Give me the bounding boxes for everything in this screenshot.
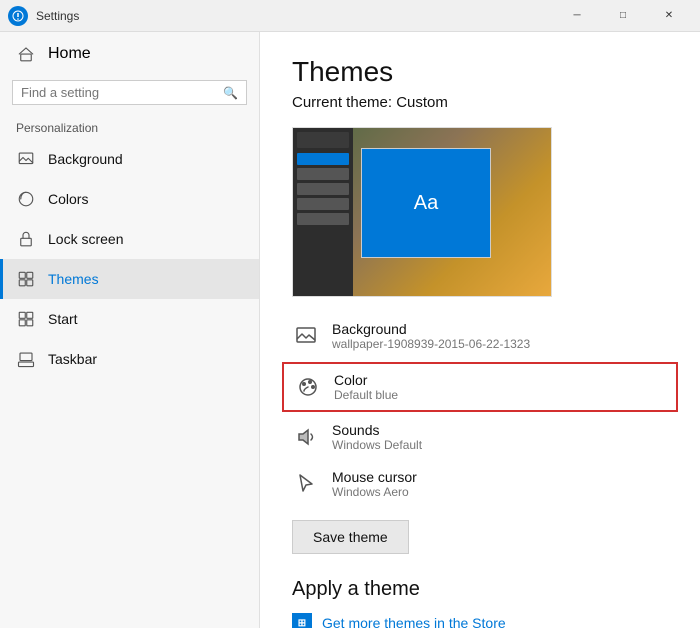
start-label: Start	[48, 311, 78, 327]
sounds-option-text: Sounds Windows Default	[332, 422, 668, 452]
theme-preview: Aa	[292, 127, 552, 297]
preview-taskbar-item	[297, 132, 349, 148]
apply-theme-title: Apply a theme	[292, 578, 668, 601]
preview-window: Aa	[361, 148, 491, 258]
app-body: Home 🔍 Personalization Background	[0, 32, 700, 628]
close-button[interactable]: ✕	[646, 0, 692, 32]
preview-taskbar	[293, 128, 353, 296]
home-label: Home	[48, 45, 91, 63]
store-link[interactable]: ⊞ Get more themes in the Store	[292, 613, 668, 628]
colors-icon	[16, 189, 36, 209]
theme-option-mouse-cursor[interactable]: Mouse cursor Windows Aero	[292, 461, 668, 508]
mouse-cursor-option-value: Windows Aero	[332, 485, 668, 499]
preview-taskbar-item-3	[297, 183, 349, 195]
colors-label: Colors	[48, 191, 88, 207]
theme-option-sounds[interactable]: Sounds Windows Default	[292, 414, 668, 461]
sidebar-item-taskbar[interactable]: Taskbar	[0, 339, 259, 379]
window-controls: ─ □ ✕	[554, 0, 692, 32]
background-label: Background	[48, 151, 123, 167]
background-option-value: wallpaper-1908939-2015-06-22-1323	[332, 337, 668, 351]
start-icon	[16, 309, 36, 329]
color-option-name: Color	[334, 372, 666, 388]
sounds-option-value: Windows Default	[332, 438, 668, 452]
sidebar-item-themes[interactable]: Themes	[0, 259, 259, 299]
main-content: Themes Current theme: Custom Aa	[260, 32, 700, 628]
save-theme-button[interactable]: Save theme	[292, 520, 409, 554]
maximize-button[interactable]: □	[600, 0, 646, 32]
sidebar-item-background[interactable]: Background	[0, 139, 259, 179]
search-box[interactable]: 🔍	[12, 80, 247, 105]
color-option-icon	[294, 373, 322, 401]
mouse-cursor-option-name: Mouse cursor	[332, 469, 668, 485]
sidebar-item-colors[interactable]: Colors	[0, 179, 259, 219]
sidebar-section-label: Personalization	[0, 113, 259, 139]
preview-taskbar-item-active	[297, 153, 349, 165]
preview-taskbar-item-4	[297, 198, 349, 210]
theme-option-background[interactable]: Background wallpaper-1908939-2015-06-22-…	[292, 313, 668, 360]
mouse-cursor-option-icon	[292, 470, 320, 498]
background-option-text: Background wallpaper-1908939-2015-06-22-…	[332, 321, 668, 351]
background-icon	[16, 149, 36, 169]
titlebar: Settings ─ □ ✕	[0, 0, 700, 32]
color-option-value: Default blue	[334, 388, 666, 402]
mouse-cursor-option-text: Mouse cursor Windows Aero	[332, 469, 668, 499]
themes-icon	[16, 269, 36, 289]
minimize-button[interactable]: ─	[554, 0, 600, 32]
store-link-label: Get more themes in the Store	[322, 615, 506, 628]
themes-label: Themes	[48, 271, 99, 287]
preview-taskbar-item-2	[297, 168, 349, 180]
search-input[interactable]	[21, 85, 217, 100]
sidebar-item-home[interactable]: Home	[0, 32, 259, 76]
sidebar-item-lock-screen[interactable]: Lock screen	[0, 219, 259, 259]
window-title: Settings	[36, 9, 554, 23]
background-option-name: Background	[332, 321, 668, 337]
taskbar-icon	[16, 349, 36, 369]
preview-aa-text: Aa	[414, 192, 438, 215]
page-title: Themes	[292, 56, 668, 88]
sounds-option-name: Sounds	[332, 422, 668, 438]
home-icon	[16, 44, 36, 64]
search-icon: 🔍	[223, 86, 238, 100]
background-option-icon	[292, 322, 320, 350]
store-icon: ⊞	[292, 613, 312, 628]
sidebar-item-start[interactable]: Start	[0, 299, 259, 339]
sidebar: Home 🔍 Personalization Background	[0, 32, 260, 628]
lock-screen-icon	[16, 229, 36, 249]
current-theme-label: Current theme: Custom	[292, 94, 668, 111]
taskbar-label: Taskbar	[48, 351, 97, 367]
app-icon	[8, 6, 28, 26]
preview-taskbar-item-5	[297, 213, 349, 225]
lock-screen-label: Lock screen	[48, 231, 123, 247]
color-option-text: Color Default blue	[334, 372, 666, 402]
theme-option-color[interactable]: Color Default blue	[282, 362, 678, 412]
sounds-option-icon	[292, 423, 320, 451]
